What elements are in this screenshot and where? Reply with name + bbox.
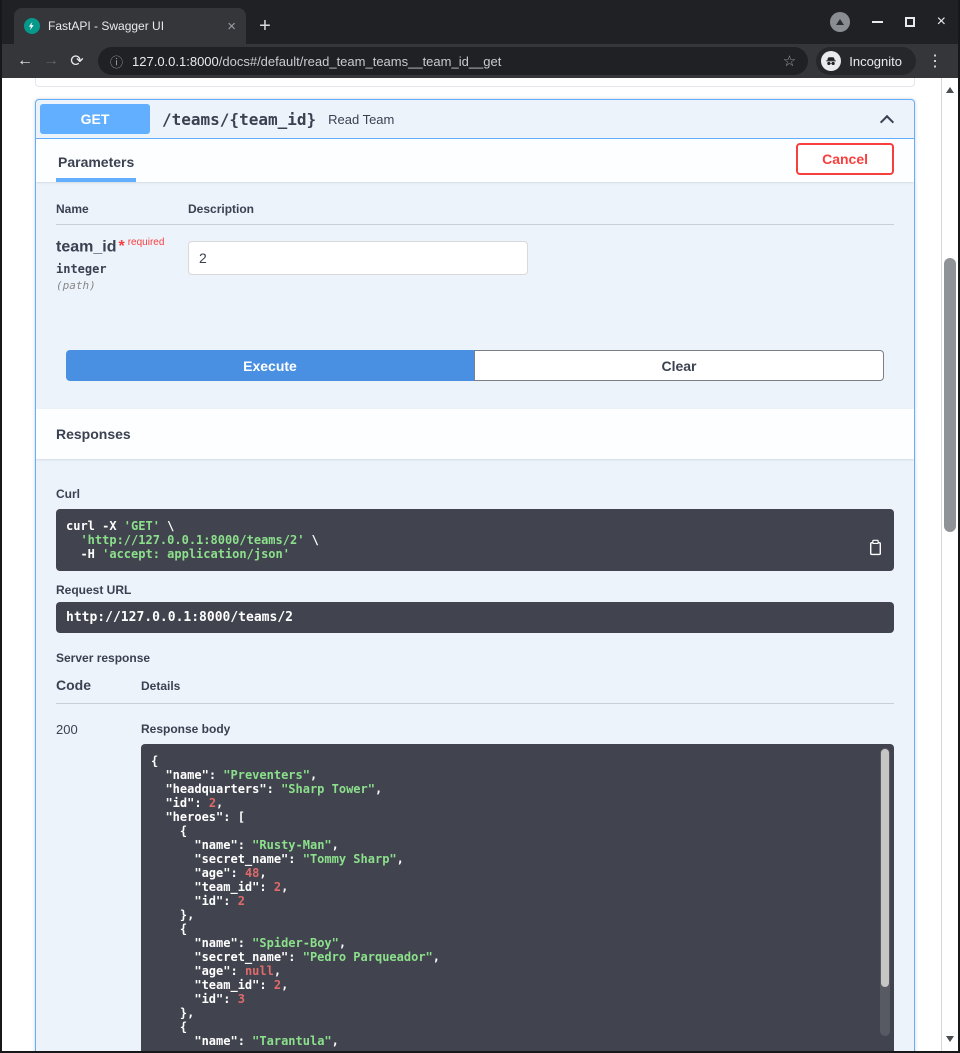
page-scrollbar[interactable] <box>941 78 958 1051</box>
parameter-location: (path) <box>56 279 188 292</box>
http-method-badge: GET <box>40 104 150 134</box>
clear-button[interactable]: Clear <box>474 350 884 381</box>
parameter-name-cell: team_id* required integer (path) <box>56 237 188 292</box>
previous-section-edge <box>35 78 915 87</box>
parameter-value-cell <box>188 237 894 292</box>
response-body-block: { "name": "Preventers", "headquarters": … <box>141 744 894 1051</box>
window-close-button[interactable]: × <box>937 14 946 30</box>
response-body-json: { "name": "Preventers", "headquarters": … <box>151 754 866 1048</box>
incognito-badge: Incognito <box>816 47 916 75</box>
incognito-icon <box>821 51 841 71</box>
scrollbar-up-arrow-icon[interactable] <box>946 83 954 93</box>
scrollbar-thumb[interactable] <box>944 258 956 532</box>
parameter-name-line: team_id* required <box>56 237 188 256</box>
url-host: 127.0.0.1:8000 <box>132 54 219 69</box>
bookmark-star-icon[interactable]: ☆ <box>783 52 796 70</box>
execute-button[interactable]: Execute <box>66 350 474 381</box>
parameters-table-header: Name Description <box>56 182 894 225</box>
curl-command: curl -X 'GET' \ 'http://127.0.0.1:8000/t… <box>66 519 884 561</box>
required-label: required <box>128 237 165 248</box>
browser-update-icon[interactable] <box>830 12 850 32</box>
responses-body: Curl curl -X 'GET' \ 'http://127.0.0.1:8… <box>36 459 914 1051</box>
response-body-scrollbar-thumb[interactable] <box>881 749 889 987</box>
copy-icon[interactable] <box>867 539 884 556</box>
browser-tab[interactable]: FastAPI - Swagger UI × <box>14 8 246 44</box>
swagger-content: GET /teams/{team_id} Read Team Parameter… <box>35 78 915 1051</box>
tab-close-icon[interactable]: × <box>227 18 236 35</box>
status-code: 200 <box>56 722 141 1051</box>
collapse-chevron-icon[interactable] <box>880 114 894 128</box>
team-id-input[interactable] <box>188 241 528 275</box>
url-text: 127.0.0.1:8000/docs#/default/read_team_t… <box>132 54 775 69</box>
forward-button[interactable]: → <box>38 48 64 74</box>
required-asterisk: * <box>118 238 124 255</box>
responses-section-header: Responses <box>36 409 914 459</box>
execute-button-group: Execute Clear <box>66 350 884 381</box>
scrollbar-down-arrow-icon[interactable] <box>946 1036 954 1046</box>
browser-toolbar: ← → ⟳ ⓘ 127.0.0.1:8000/docs#/default/rea… <box>2 44 958 78</box>
curl-command-block: curl -X 'GET' \ 'http://127.0.0.1:8000/t… <box>56 509 894 571</box>
fastapi-favicon-icon <box>24 18 40 34</box>
parameter-type: integer <box>56 262 188 276</box>
parameters-section-header: Parameters Cancel <box>36 139 914 182</box>
response-body-scrollbar[interactable] <box>880 748 890 1036</box>
response-row: 200 Response body { "name": "Preventers"… <box>56 704 894 1051</box>
parameter-name: team_id <box>56 238 116 255</box>
column-header-details: Details <box>141 679 894 693</box>
request-url-label: Request URL <box>56 583 894 597</box>
site-info-icon[interactable]: ⓘ <box>110 52 123 71</box>
new-tab-button[interactable]: + <box>250 11 280 41</box>
reload-button[interactable]: ⟳ <box>64 48 90 74</box>
window-maximize-button[interactable] <box>905 17 915 27</box>
window-minimize-button[interactable] <box>872 21 883 23</box>
back-button[interactable]: ← <box>12 48 38 74</box>
url-bar[interactable]: ⓘ 127.0.0.1:8000/docs#/default/read_team… <box>98 47 808 75</box>
browser-window: FastAPI - Swagger UI × + × ← → ⟳ ⓘ 127.0… <box>0 0 960 1053</box>
page-viewport: GET /teams/{team_id} Read Team Parameter… <box>2 78 958 1051</box>
parameters-table: Name Description team_id* required intege… <box>36 182 914 381</box>
server-response-label: Server response <box>56 651 894 665</box>
browser-tab-bar: FastAPI - Swagger UI × + × <box>2 0 958 44</box>
tab-title: FastAPI - Swagger UI <box>48 19 221 33</box>
browser-menu-icon[interactable]: ⋮ <box>922 48 948 74</box>
operation-summary: Read Team <box>328 112 394 127</box>
request-url-value: http://127.0.0.1:8000/teams/2 <box>56 602 894 633</box>
response-table-header: Code Details <box>56 665 894 704</box>
responses-title: Responses <box>56 426 131 442</box>
operation-path: /teams/{team_id} <box>162 110 316 129</box>
column-header-name: Name <box>56 202 188 216</box>
column-header-code: Code <box>56 677 141 693</box>
column-header-description: Description <box>188 202 894 216</box>
response-details-cell: Response body { "name": "Preventers", "h… <box>141 722 894 1051</box>
curl-label: Curl <box>56 487 894 501</box>
opblock-summary[interactable]: GET /teams/{team_id} Read Team <box>36 100 914 139</box>
parameter-row: team_id* required integer (path) <box>56 225 894 292</box>
tab-parameters: Parameters <box>56 139 136 182</box>
response-body-label: Response body <box>141 722 894 736</box>
incognito-label: Incognito <box>849 54 902 69</box>
cancel-button[interactable]: Cancel <box>796 143 894 175</box>
url-path: /docs#/default/read_team_teams__team_id_… <box>219 54 502 69</box>
opblock-get-read-team: GET /teams/{team_id} Read Team Parameter… <box>35 99 915 1051</box>
window-controls: × <box>830 0 946 44</box>
